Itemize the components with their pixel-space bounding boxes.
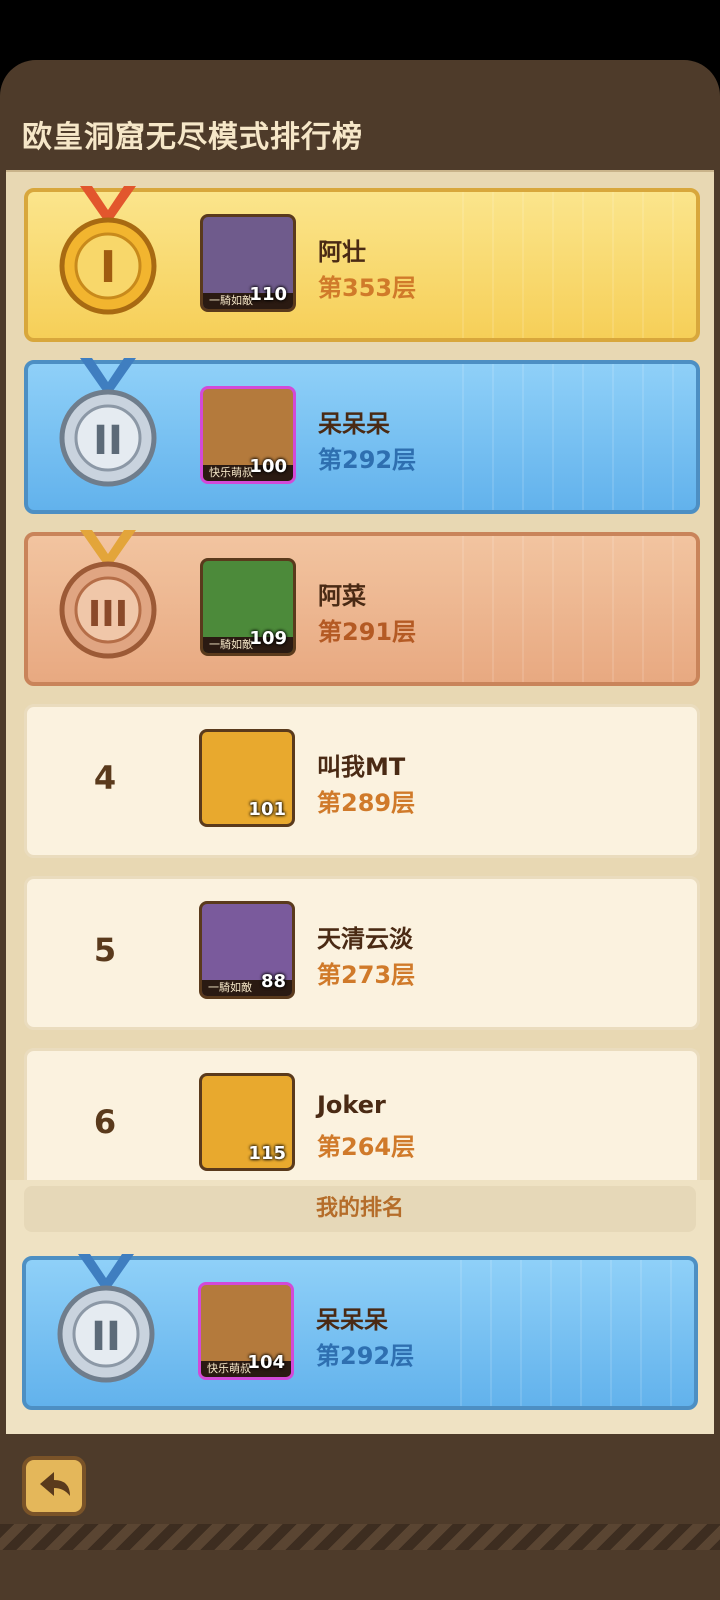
leaderboard-row-3[interactable]: III 一騎如敵 109 阿菜 第291层 — [24, 530, 700, 686]
player-avatar[interactable]: 一騎如敵 88 — [199, 901, 295, 999]
player-floor: 第292层 — [318, 446, 417, 474]
avatar-level: 115 — [248, 1143, 286, 1164]
player-name: 阿壮 — [318, 238, 366, 266]
player-avatar[interactable]: 快乐萌叔 100 — [200, 386, 296, 484]
player-name: 呆呆呆 — [318, 410, 390, 438]
player-floor: 第291层 — [318, 618, 417, 646]
gold-medal-icon: I — [59, 186, 157, 315]
avatar-level: 88 — [260, 971, 286, 992]
avatar-level: 100 — [249, 456, 287, 477]
player-floor: 第292层 — [316, 1342, 415, 1370]
card-decoration — [462, 536, 682, 682]
leaderboard-list[interactable]: I 一騎如敵 110 阿壮 第353层 II 快乐萌叔 100 呆呆呆 第292… — [6, 170, 714, 1182]
player-name: 天清云淡 — [317, 925, 413, 953]
back-arrow-icon — [40, 1472, 70, 1496]
rank-number: 6 — [93, 1103, 117, 1141]
player-floor: 第264层 — [317, 1133, 416, 1161]
avatar-level: 109 — [249, 628, 287, 649]
bronze-medal-icon: III — [59, 530, 157, 659]
player-avatar[interactable]: 101 — [199, 729, 295, 827]
silver-medal-icon: II — [57, 1254, 155, 1383]
player-avatar[interactable]: 115 — [199, 1073, 295, 1171]
leaderboard-row-4[interactable]: 4 101 叫我MT 第289层 — [24, 704, 700, 858]
player-floor: 第289层 — [317, 789, 416, 817]
svg-text:III: III — [88, 594, 128, 635]
leaderboard-row-5[interactable]: 5 一騎如敵 88 天清云淡 第273层 — [24, 876, 700, 1030]
player-floor: 第353层 — [318, 274, 417, 302]
player-avatar[interactable]: 一騎如敵 110 — [200, 214, 296, 312]
svg-text:I: I — [100, 242, 116, 293]
back-button[interactable] — [22, 1456, 86, 1516]
player-name: 呆呆呆 — [316, 1306, 388, 1334]
player-name: 阿菜 — [318, 582, 366, 610]
rank-number: 5 — [93, 931, 117, 969]
leaderboard-row-6[interactable]: 6 115 Joker 第264层 — [24, 1048, 700, 1182]
silver-medal-icon: II — [59, 358, 157, 487]
player-avatar[interactable]: 一騎如敵 109 — [200, 558, 296, 656]
bottom-bar — [0, 1440, 720, 1600]
avatar-level: 110 — [249, 284, 287, 305]
card-decoration — [462, 192, 682, 338]
my-rank-label: 我的排名 — [24, 1186, 696, 1232]
rank-number: 4 — [93, 759, 117, 797]
player-avatar[interactable]: 快乐萌叔 104 — [198, 1282, 294, 1380]
leaderboard-row-2[interactable]: II 快乐萌叔 100 呆呆呆 第292层 — [24, 358, 700, 514]
avatar-level: 104 — [247, 1352, 285, 1373]
player-floor: 第273层 — [317, 961, 416, 989]
player-name: 叫我MT — [317, 753, 406, 781]
my-rank-row[interactable]: II 快乐萌叔 104 呆呆呆 第292层 — [22, 1254, 698, 1410]
player-name: Joker — [317, 1091, 386, 1119]
card-decoration — [462, 364, 682, 510]
card-decoration — [460, 1260, 680, 1406]
leaderboard-row-1[interactable]: I 一騎如敵 110 阿壮 第353层 — [24, 186, 700, 342]
page-title: 欧皇洞窟无尽模式排行榜 — [22, 120, 363, 155]
footer-pattern — [0, 1524, 720, 1550]
avatar-level: 101 — [248, 799, 286, 820]
svg-text:II: II — [93, 418, 123, 464]
svg-text:II: II — [91, 1314, 121, 1360]
